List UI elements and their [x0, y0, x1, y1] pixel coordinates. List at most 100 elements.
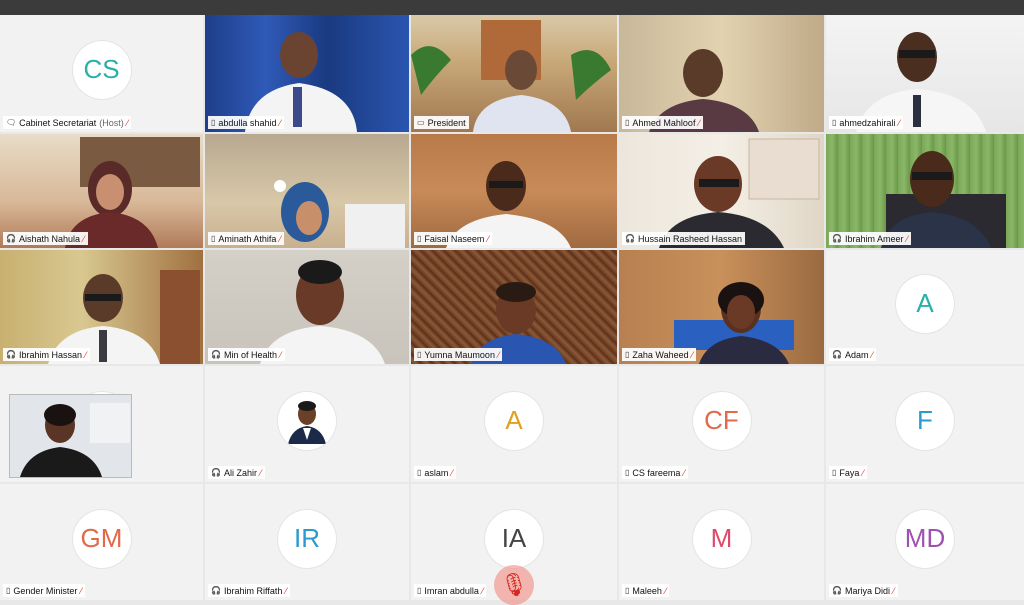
avatar: F [896, 391, 954, 450]
participant-name-tag: 🗨 Cabinet Secretariat (Host) ⁄ [3, 116, 132, 129]
device-icon: ▭ [417, 118, 425, 127]
person-silhouette [260, 260, 385, 364]
video-feed [411, 15, 617, 132]
participant-tile[interactable]: 🎧 Ibrahim Ameer ⁄ [826, 134, 1024, 248]
participant-name-tag: ▯ Yumna Maumoon ⁄ [414, 348, 503, 361]
participant-name: Yumna Maumoon [424, 349, 495, 360]
participant-name: Adam [844, 349, 869, 360]
participant-tile[interactable]: 🎧 Min of Health ⁄ [205, 250, 409, 364]
participant-name-tag: ▯ Aminath Athifa ⁄ [208, 232, 284, 245]
device-icon: 🎧 [625, 234, 635, 243]
participant-name: Ali Zahir [223, 467, 257, 478]
mic-muted-icon: ⁄ [279, 117, 281, 128]
participant-tile[interactable]: 🎧 Ibrahim Hassan ⁄ [0, 250, 203, 364]
video-feed [0, 250, 203, 364]
participant-tile[interactable]: ▯ Yumna Maumoon ⁄ [411, 250, 617, 364]
device-icon: ▯ [625, 586, 630, 595]
participant-tile[interactable]: A ▯ aslam ⁄ [411, 366, 617, 482]
participant-name-tag: 🎧 Ibrahim Ameer ⁄ [829, 232, 912, 245]
profile-photo [278, 391, 336, 450]
mic-muted-icon: ⁄ [85, 349, 87, 360]
mic-muted-icon: ⁄ [481, 585, 484, 596]
video-feed [826, 15, 1024, 132]
participant-tile[interactable]: MD 🎧 Mariya Didi ⁄ [826, 484, 1024, 600]
device-icon: ▯ [625, 350, 630, 359]
person-silhouette [649, 49, 759, 132]
person-silhouette [446, 161, 571, 248]
participant-name-tag: 🎧 Ibrahim Riffath ⁄ [208, 584, 290, 597]
participant-name: abdulla shahid [218, 117, 277, 128]
participant-name-tag: ▯ Faya ⁄ [829, 466, 867, 479]
participant-tile[interactable]: 🎧 Aishath Nahula ⁄ [0, 134, 203, 248]
person-silhouette [48, 270, 200, 364]
participant-name: Hussain Rasheed Hassan [637, 233, 743, 244]
video-feed [619, 15, 824, 132]
participant-name-tag: ▯ CS fareema ⁄ [622, 466, 688, 479]
self-view-video[interactable] [9, 394, 132, 478]
participant-tile[interactable]: 🎧 Ali Zahir ⁄ [205, 366, 409, 482]
participant-name: Cabinet Secretariat [19, 117, 97, 128]
video-feed [205, 250, 409, 364]
participant-name-tag: 🎧 Ali Zahir ⁄ [208, 466, 265, 479]
device-icon: ▯ [832, 468, 837, 477]
participant-name: CS fareema [632, 467, 681, 478]
device-icon: 🎧 [6, 350, 16, 359]
person-silhouette [659, 138, 820, 248]
mic-muted-icon: ⁄ [285, 585, 287, 596]
avatar: A [485, 391, 543, 450]
participant-name: Ibrahim Riffath [223, 585, 283, 596]
participant-name-tag: ▯ abdulla shahid ⁄ [208, 116, 284, 129]
participant-name-tag: ▭ President [414, 116, 469, 129]
participant-name: Zaha Waheed [632, 349, 689, 360]
participant-tile-active-speaker[interactable]: 🎧 Hussain Rasheed Hassan [619, 134, 824, 248]
mic-muted-icon: ⁄ [892, 585, 895, 596]
participant-name: Aishath Nahula [18, 233, 81, 244]
device-icon: 🎧 [211, 586, 221, 595]
participant-name: Mariya Didi [844, 585, 890, 596]
mic-muted-icon: ⁄ [80, 585, 82, 596]
device-icon: ▯ [417, 468, 422, 477]
participant-name: Maleeh [632, 585, 662, 596]
avatar: IR [278, 509, 336, 568]
participant-tile[interactable]: CS 🗨 Cabinet Secretariat (Host) ⁄ [0, 15, 203, 132]
participant-tile[interactable]: ▭ President [411, 15, 617, 132]
mic-muted-icon: ⁄ [487, 233, 489, 244]
mic-muted-icon: ⁄ [898, 117, 900, 128]
host-tag: (Host) [99, 117, 124, 128]
participant-name-tag: ▯ Gender Minister ⁄ [3, 584, 85, 597]
participant-tile[interactable]: CF ▯ CS fareema ⁄ [619, 366, 824, 482]
video-feed [205, 15, 409, 132]
participant-tile[interactable]: ▯ Aminath Athifa ⁄ [205, 134, 409, 248]
participant-tile[interactable]: ▯ ahmedzahirali ⁄ [826, 15, 1024, 132]
participant-tile[interactable]: IR 🎧 Ibrahim Riffath ⁄ [205, 484, 409, 600]
participant-tile[interactable]: F ▯ Faya ⁄ [826, 366, 1024, 482]
video-feed [619, 250, 824, 364]
person-silhouette [245, 32, 357, 132]
mic-muted-icon: ⁄ [871, 349, 873, 360]
participant-tile[interactable]: ▯ abdulla shahid ⁄ [205, 15, 409, 132]
participant-name-tag: 🎧 Ibrahim Hassan ⁄ [3, 348, 90, 361]
device-icon: ▯ [832, 118, 837, 127]
participant-tile[interactable]: A 🎧 Adam ⁄ [826, 250, 1024, 364]
self-view-person [10, 395, 131, 477]
video-feed [205, 134, 409, 248]
avatar: CS [72, 40, 131, 99]
participant-name: Ibrahim Hassan [18, 349, 82, 360]
participant-name: Ibrahim Ameer [844, 233, 904, 244]
participant-name-tag: ▯ Imran abdulla ⁄ [414, 584, 487, 597]
person-silhouette [411, 20, 611, 132]
participant-name-tag: 🎧 Hussain Rasheed Hassan [622, 232, 746, 245]
participant-grid: CS 🗨 Cabinet Secretariat (Host) ⁄ ▯ abdu… [0, 15, 1024, 600]
participant-tile[interactable]: M ▯ Maleeh ⁄ [619, 484, 824, 600]
participant-tile[interactable]: ▯ Ahmed Mahloof ⁄ [619, 15, 824, 132]
unmute-mic-button[interactable]: 🎙 [494, 565, 534, 605]
participant-tile[interactable]: ▯ Zaha Waheed ⁄ [619, 250, 824, 364]
participant-name-tag: 🎧 Min of Health ⁄ [208, 348, 285, 361]
participant-tile[interactable]: GM ▯ Gender Minister ⁄ [0, 484, 203, 600]
participant-name-tag: ▯ ahmedzahirali ⁄ [829, 116, 903, 129]
person-silhouette [881, 151, 1006, 248]
participant-name: Imran abdulla [424, 585, 479, 596]
video-feed [411, 134, 617, 248]
participant-name-tag: 🎧 Aishath Nahula ⁄ [3, 232, 88, 245]
participant-tile[interactable]: ▯ Faisal Naseem ⁄ [411, 134, 617, 248]
